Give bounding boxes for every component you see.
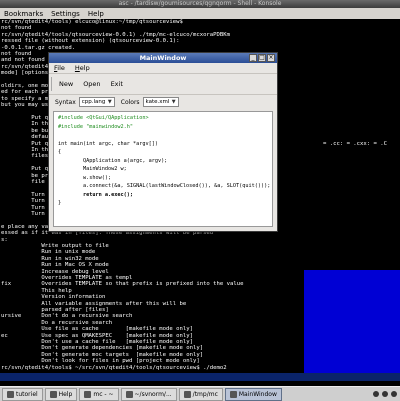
menu-file[interactable]: File (49, 63, 70, 73)
system-tray (373, 391, 397, 397)
taskbar-item[interactable]: /tmp/mc (178, 387, 223, 401)
code-line: } (58, 200, 62, 206)
taskbar-item-label: tutoriel (16, 390, 38, 398)
code-line: int main(int argc, char *argv[]) (58, 140, 158, 147)
code-line: a.connect(&a, SIGNAL(lastWindowClosed())… (58, 183, 271, 189)
tray-icon[interactable] (373, 391, 379, 397)
code-editor[interactable]: #include <QtGui/QApplication> #include "m… (53, 111, 273, 227)
new-button[interactable]: New (54, 77, 78, 91)
taskbar-item-label: MainWindow (238, 390, 277, 398)
app-icon (125, 390, 133, 398)
toolbar-handle[interactable] (51, 77, 52, 91)
window-controls: _ □ × (249, 54, 275, 62)
taskbar-item-label: mc - ~ (93, 390, 114, 398)
code-line: { (58, 149, 62, 155)
app-icon (183, 390, 191, 398)
taskbar-item[interactable]: Help (44, 387, 78, 401)
taskbar: tutoriel Help mc - ~ ~/svnorm/... /tmp/mc Mai… (0, 386, 400, 401)
colors-select[interactable]: kate.xml ▼ (142, 97, 179, 107)
maximize-icon[interactable]: □ (258, 54, 266, 62)
app-icon (229, 390, 237, 398)
taskbar-item[interactable]: ~/svnorm/... (120, 387, 177, 401)
main-window-title[interactable]: MainWindow (49, 53, 277, 63)
menu-help-app[interactable]: Help (70, 63, 95, 73)
tray-icon[interactable] (391, 391, 397, 397)
code-line: return a.exec(); (58, 191, 133, 198)
tray-icon[interactable] (382, 391, 388, 397)
taskbar-item-label: Help (58, 390, 73, 398)
taskbar-item[interactable]: mc - ~ (79, 387, 119, 401)
terminal-line: file in (1, 179, 55, 185)
window-title: asc - /tardisw/goumisources/qgnqorm - Sh… (118, 0, 282, 7)
menu-help-label: elp (79, 64, 90, 72)
terminal-line: but you may use (1, 102, 52, 109)
blue-panel (304, 270, 400, 373)
syntax-select[interactable]: cpp.lang ▼ (78, 97, 115, 107)
taskbar-item[interactable]: MainWindow (224, 387, 282, 401)
terminal-fragment: = .cc: = .cxx: = .C (323, 141, 387, 147)
minimize-icon[interactable]: _ (249, 54, 257, 62)
menu-help[interactable]: Help (84, 10, 108, 18)
exit-button[interactable]: Exit (106, 77, 128, 91)
taskbar-item-label: ~/svnorm/... (134, 390, 172, 398)
code-line: MainWindow2 w; (58, 166, 127, 172)
taskbar-item-label: /tmp/mc (192, 390, 218, 398)
colors-label: Colors (120, 98, 140, 106)
menu-file-label: ile (57, 64, 65, 72)
app-icon (49, 390, 57, 398)
app-menubar: File Help (49, 63, 277, 74)
main-window[interactable]: MainWindow _ □ × File Help New Open Exit… (48, 52, 278, 232)
code-line: #include <QtGui/QApplication> (58, 115, 149, 121)
code-line: #include "mainwindow2.h" (58, 123, 133, 130)
taskbar-item[interactable]: tutoriel (2, 387, 43, 401)
app-toolbar: New Open Exit (49, 74, 277, 95)
chevron-down-icon: ▼ (171, 99, 176, 105)
options-bar: Syntax cpp.lang ▼ Colors kate.xml ▼ (49, 95, 277, 109)
code-line: w.show(); (58, 174, 112, 181)
code-line: QApplication a(argc, argv); (58, 157, 168, 164)
app-icon (84, 390, 92, 398)
app-icon (7, 390, 14, 398)
syntax-value: cpp.lang (81, 99, 106, 105)
konsole-titlebar[interactable]: asc - /tardisw/goumisources/qgnqorm - Sh… (0, 0, 400, 8)
chevron-down-icon: ▼ (107, 99, 112, 105)
menu-bookmarks[interactable]: Bookmarks (0, 10, 47, 18)
colors-value: kate.xml (145, 99, 170, 105)
close-icon[interactable]: × (267, 54, 275, 62)
terminal-line: rc/svn/qtedit4/tools$ ~/src/svn/qtedit4/… (1, 364, 227, 371)
status-bar (0, 373, 400, 381)
syntax-label: Syntax (55, 98, 76, 106)
open-button[interactable]: Open (78, 77, 105, 91)
menu-settings[interactable]: Settings (47, 10, 84, 18)
